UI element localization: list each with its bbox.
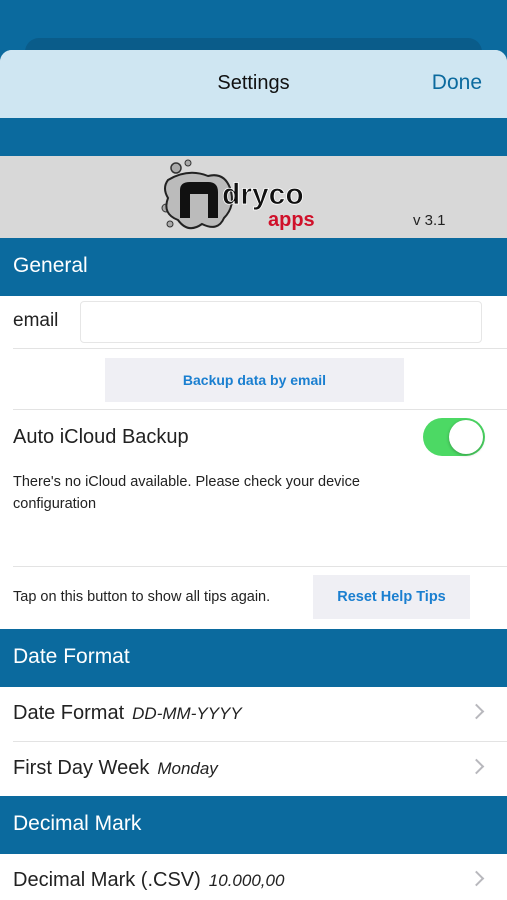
date-format-label: Date Format	[13, 702, 125, 724]
decimal-mark-row[interactable]: Decimal Mark (.CSV) 10.000,00	[0, 854, 507, 900]
icloud-status-message: There's no iCloud available. Please chec…	[13, 474, 360, 512]
section-header-date-format: Date Format	[0, 629, 507, 687]
section-title-general: General	[13, 254, 88, 277]
icloud-backup-label: Auto iCloud Backup	[13, 426, 189, 448]
section-header-decimal-mark: Decimal Mark	[0, 796, 507, 854]
version-label: v 3.1	[413, 212, 446, 229]
date-format-row[interactable]: Date Format DD-MM-YYYY	[0, 687, 507, 741]
backup-by-email-button[interactable]: Backup data by email	[105, 358, 404, 402]
tips-description: Tap on this button to show all tips agai…	[13, 589, 271, 605]
email-label: email	[13, 310, 59, 331]
toggle-knob	[449, 420, 483, 454]
ndryco-apps-logo: dryco apps	[161, 159, 315, 231]
email-field[interactable]	[80, 301, 482, 343]
divider	[13, 348, 507, 349]
first-day-week-row[interactable]: First Day Week Monday	[0, 742, 507, 796]
decimal-mark-value: 10.000,00	[208, 871, 285, 890]
nav-bar: Settings Done	[0, 50, 507, 118]
brand-band: dryco apps v 3.1	[0, 156, 507, 238]
section-title-decimal-mark: Decimal Mark	[13, 812, 142, 835]
svg-text:apps: apps	[268, 209, 315, 231]
done-button[interactable]: Done	[432, 71, 482, 95]
header-spacer	[0, 118, 507, 156]
chevron-right-icon	[468, 870, 485, 887]
divider	[13, 409, 507, 410]
icloud-backup-toggle[interactable]	[423, 418, 485, 456]
settings-sheet: Settings Done dryco apps v 3.1 General e…	[0, 50, 507, 900]
decimal-mark-label: Decimal Mark (.CSV)	[13, 869, 201, 891]
chevron-right-icon	[468, 758, 485, 775]
reset-help-tips-button[interactable]: Reset Help Tips	[313, 575, 470, 619]
chevron-right-icon	[468, 703, 485, 720]
divider	[13, 566, 507, 567]
section-header-general: General	[0, 238, 507, 296]
date-format-value: DD-MM-YYYY	[132, 704, 242, 723]
first-day-week-value: Monday	[157, 759, 218, 778]
svg-text:dryco: dryco	[222, 178, 304, 211]
section-title-date-format: Date Format	[13, 645, 130, 668]
first-day-week-label: First Day Week	[13, 757, 150, 779]
